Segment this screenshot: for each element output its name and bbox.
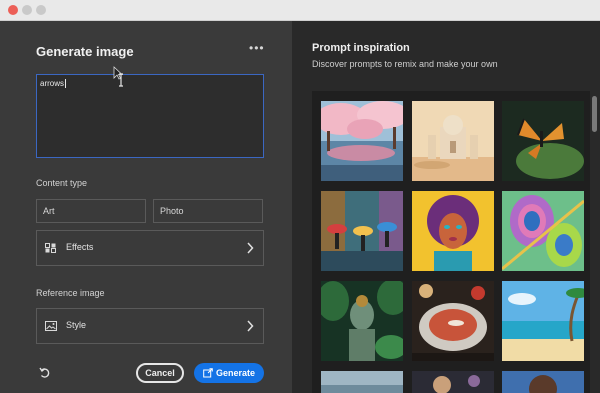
thumbnail-butterfly-on-leaf[interactable] xyxy=(502,101,584,181)
thumbnail-desert-palace[interactable] xyxy=(412,101,494,181)
thumbnail-tropical-beach[interactable] xyxy=(502,281,584,361)
chevron-right-icon xyxy=(247,320,254,332)
content-type-label: Content type xyxy=(36,178,88,188)
undo-icon[interactable] xyxy=(39,367,51,379)
thumbnail-rainy-street-umbrellas[interactable] xyxy=(321,191,403,271)
close-window-button[interactable] xyxy=(8,5,18,15)
effects-button[interactable]: Effects xyxy=(36,230,264,266)
generate-label: Generate xyxy=(216,368,256,378)
thumbnail-tomato-soup-bowl[interactable] xyxy=(412,281,494,361)
window-titlebar xyxy=(0,0,600,21)
style-button[interactable]: Style xyxy=(36,308,264,344)
thumbnail-misty-landscape[interactable] xyxy=(321,371,403,393)
prompt-inspiration-panel: Prompt inspiration Discover prompts to r… xyxy=(292,21,600,393)
zoom-window-button[interactable] xyxy=(36,5,46,15)
prompt-value: arrows xyxy=(40,79,65,88)
minimize-window-button[interactable] xyxy=(22,5,32,15)
generate-icon xyxy=(203,368,213,378)
inspiration-title: Prompt inspiration xyxy=(312,42,410,54)
image-style-icon xyxy=(45,321,57,331)
generate-button[interactable]: Generate xyxy=(194,363,264,383)
thumbnail-cherry-blossom-lake[interactable] xyxy=(321,101,403,181)
inspiration-subtitle: Discover prompts to remix and make your … xyxy=(312,59,498,69)
thumbnail-peacock-feather[interactable] xyxy=(502,191,584,271)
thumbnail-woman-portrait[interactable] xyxy=(502,371,584,393)
text-caret xyxy=(65,79,67,89)
effects-label: Effects xyxy=(66,242,94,252)
content-type-art[interactable]: Art xyxy=(36,199,146,223)
inspiration-grid xyxy=(312,91,590,393)
content-type-photo[interactable]: Photo xyxy=(153,199,263,223)
inspiration-scrollbar[interactable] xyxy=(592,96,597,132)
panel-title: Generate image xyxy=(36,44,134,59)
style-label: Style xyxy=(66,320,87,330)
more-options-icon[interactable]: ••• xyxy=(249,41,264,55)
thumbnail-jungle-stone-statue[interactable] xyxy=(321,281,403,361)
generate-image-panel: Generate image ••• arrows Content type A… xyxy=(0,21,292,393)
text-cursor-icon xyxy=(119,73,123,87)
prompt-text-wrapper: arrows xyxy=(40,79,67,89)
thumbnail-colorful-portrait-afro[interactable] xyxy=(412,191,494,271)
cancel-button[interactable]: Cancel xyxy=(136,363,184,383)
effects-icon xyxy=(45,243,56,253)
prompt-input[interactable]: arrows xyxy=(36,74,264,158)
thumbnail-planet-scene[interactable] xyxy=(412,371,494,393)
chevron-right-icon xyxy=(247,242,254,254)
reference-image-label: Reference image xyxy=(36,288,105,298)
